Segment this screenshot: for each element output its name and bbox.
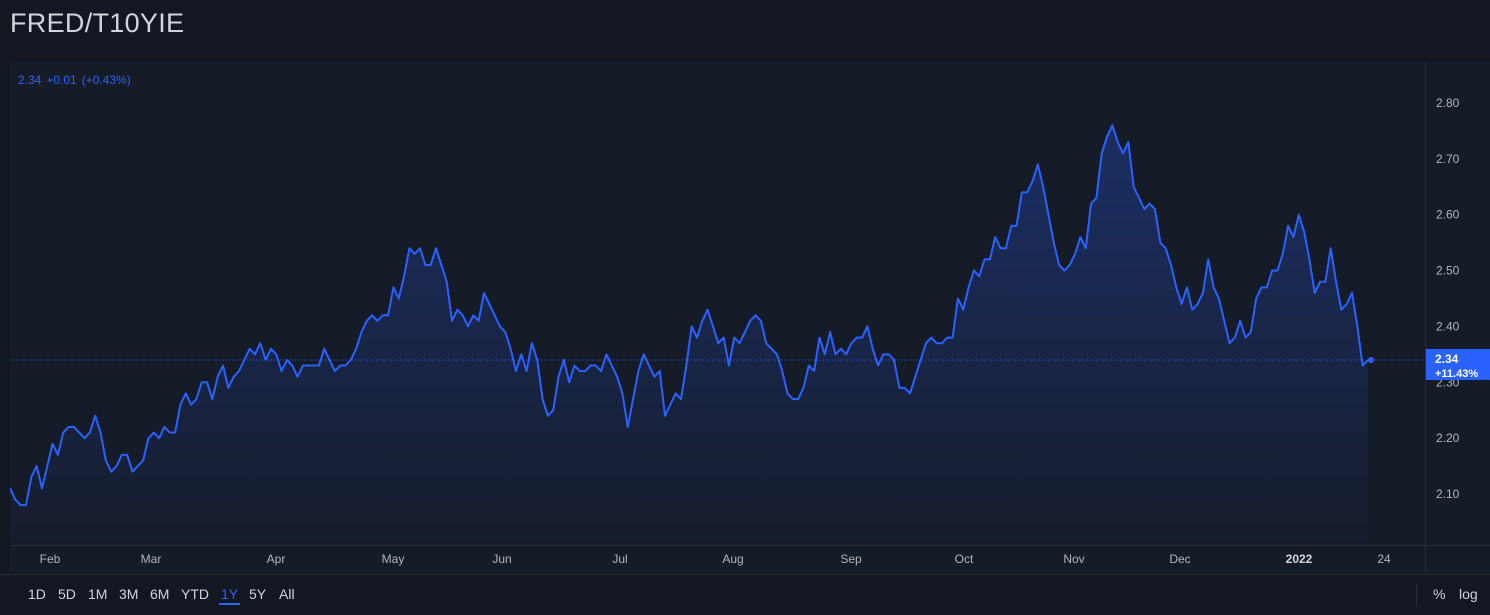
legend-change: +0.01 — [46, 73, 77, 87]
y-tick-label: 2.10 — [1436, 487, 1460, 501]
range-button-ytd[interactable]: YTD — [179, 586, 211, 602]
range-button-6m[interactable]: 6M — [148, 586, 171, 602]
x-tick-label: Feb — [40, 552, 61, 566]
x-tick-label: 2022 — [1286, 552, 1313, 566]
legend-change-pct: (+0.43%) — [81, 73, 131, 87]
x-tick-label: Oct — [955, 552, 974, 566]
range-button-1m[interactable]: 1M — [86, 586, 109, 602]
price-label-value: 2.34 — [1435, 352, 1459, 366]
range-button-1d[interactable]: 1D — [26, 586, 48, 602]
y-tick-label: 2.80 — [1436, 96, 1460, 110]
x-tick-label: Sep — [840, 552, 862, 566]
range-button-all[interactable]: All — [277, 586, 297, 602]
x-tick-label: May — [382, 552, 405, 566]
range-button-5y[interactable]: 5Y — [247, 586, 268, 602]
x-tick-label: Jun — [492, 552, 511, 566]
range-button-3m[interactable]: 3M — [117, 586, 140, 602]
x-tick-label: Apr — [267, 552, 286, 566]
series-area-fill — [10, 125, 1368, 545]
price-chart[interactable]: 2.102.202.302.402.502.602.702.802.34+11.… — [10, 62, 1490, 573]
x-tick-label: Aug — [722, 552, 743, 566]
price-label-change: +11.43% — [1435, 368, 1478, 380]
range-button-1y[interactable]: 1Y — [219, 586, 241, 605]
y-tick-label: 2.60 — [1436, 208, 1460, 222]
series-legend: 2.34 +0.01 (+0.43%) — [18, 73, 136, 87]
range-button-5d[interactable]: 5D — [56, 586, 78, 602]
percent-scale-toggle[interactable]: % — [1433, 586, 1445, 602]
x-tick-label: Jul — [612, 552, 627, 566]
range-toolbar: 1D 5D 1M 3M 6M YTD 1Y 5Y All % log — [0, 574, 1490, 615]
x-tick-label: 24 — [1377, 552, 1391, 566]
x-tick-label: Nov — [1063, 552, 1084, 566]
y-tick-label: 2.50 — [1436, 264, 1460, 278]
chart-area[interactable]: 2.10 2.20 2.30 2.40 2.50 2.60 2.70 2.80 2.34 +11.… — [10, 62, 1490, 573]
log-scale-toggle[interactable]: log — [1459, 586, 1478, 602]
last-value-point — [1368, 356, 1374, 363]
y-tick-label: 2.20 — [1436, 431, 1460, 445]
y-tick-label: 2.70 — [1436, 152, 1460, 166]
legend-value: 2.34 — [18, 73, 42, 87]
x-tick-label: Dec — [1169, 552, 1190, 566]
y-tick-label: 2.40 — [1436, 319, 1460, 333]
toolbar-divider — [1416, 583, 1417, 607]
page-title: FRED/T10YIE — [10, 8, 185, 38]
x-tick-label: Mar — [141, 552, 162, 566]
